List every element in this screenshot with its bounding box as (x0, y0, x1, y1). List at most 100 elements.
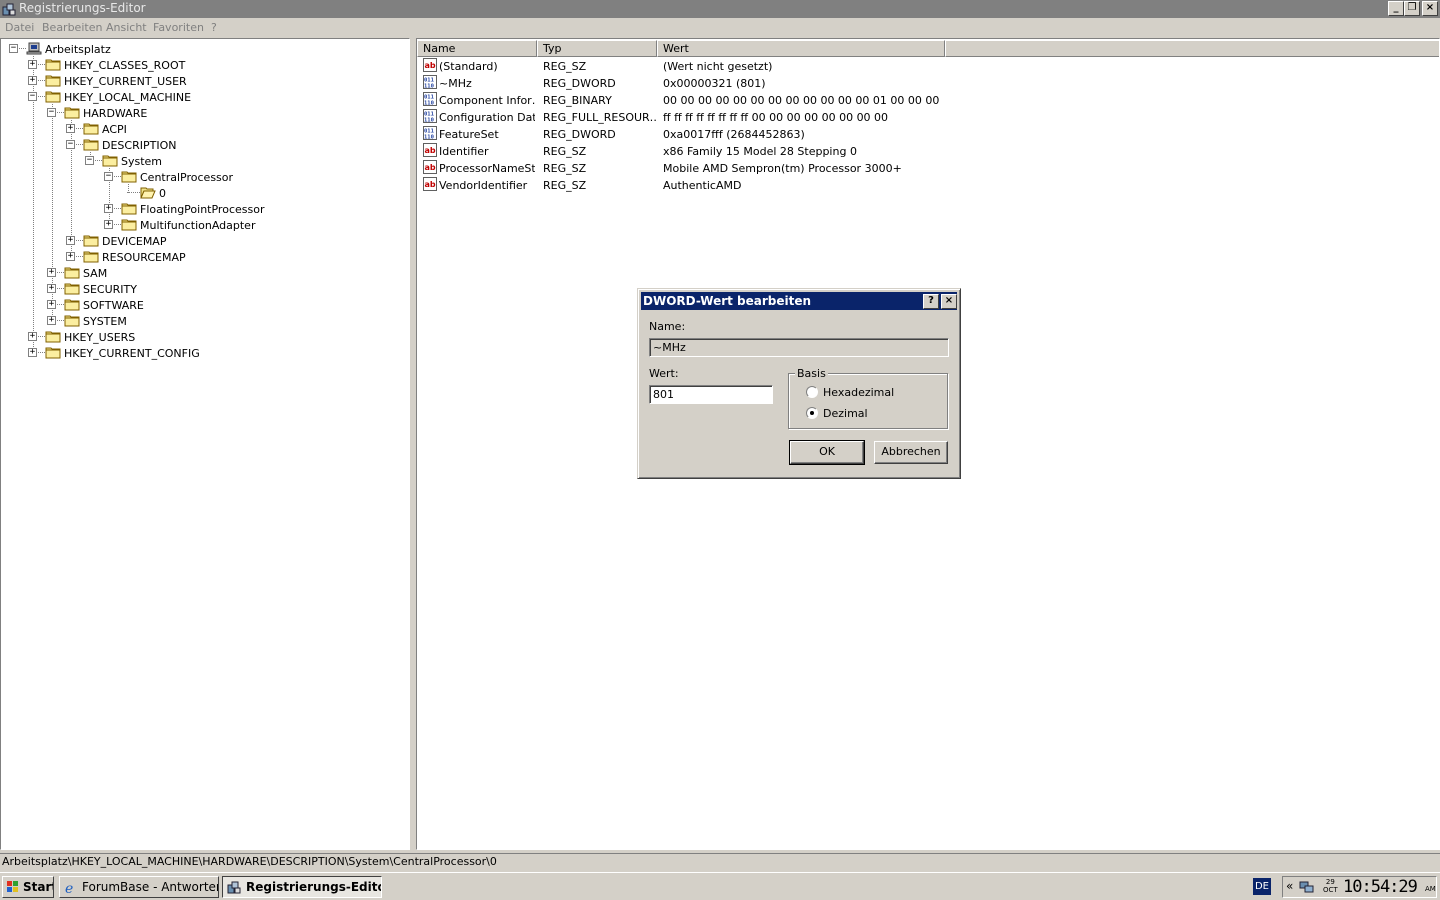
expand-icon[interactable]: + (104, 220, 113, 229)
column-header-value[interactable]: Wert (657, 40, 945, 57)
tree-node[interactable]: − Arbeitsplatz (1, 41, 401, 57)
network-icon[interactable] (1299, 879, 1315, 895)
close-button[interactable]: × (1422, 1, 1438, 16)
tree-node[interactable]: + MultifunctionAdapter (1, 217, 401, 233)
tree-node[interactable]: + ACPI (1, 121, 401, 137)
dec-radio-label[interactable]: Dezimal (823, 407, 868, 420)
table-row[interactable]: ab (Standard) REG_SZ (Wert nicht gesetzt) (419, 58, 1419, 75)
tree-node[interactable]: − System (1, 153, 401, 169)
tray-clock[interactable]: 10:54:29 (1343, 877, 1418, 897)
tree-node[interactable]: + HKEY_CLASSES_ROOT (1, 57, 401, 73)
tree-node[interactable]: + RESOURCEMAP (1, 249, 401, 265)
tree-guide-line (19, 48, 26, 49)
table-row[interactable]: ab VendorIdentifier REG_SZ AuthenticAMD (419, 177, 1419, 194)
tree-node[interactable]: − CentralProcessor (1, 169, 401, 185)
folder-icon (64, 299, 80, 311)
ok-button[interactable]: OK (789, 440, 865, 465)
folder-icon (64, 283, 80, 295)
tree-node[interactable]: + SYSTEM (1, 313, 401, 329)
cancel-button[interactable]: Abbrechen (874, 441, 948, 464)
folder-icon (64, 267, 80, 279)
collapse-icon[interactable]: − (104, 172, 113, 181)
menu-ansicht[interactable]: Ansicht (106, 21, 147, 34)
task-regedit[interactable]: Registrierungs-Editor (222, 876, 382, 898)
svg-text:ab: ab (425, 163, 436, 172)
table-row[interactable]: 011 110 Configuration Data REG_FULL_RESOUR…… (419, 109, 1419, 126)
binary-value-icon: 011110 (423, 126, 437, 141)
regedit-icon (2, 3, 16, 16)
column-header-name[interactable]: Name (417, 40, 537, 57)
tree-node[interactable]: + HKEY_USERS (1, 329, 401, 345)
svg-text:110: 110 (424, 84, 434, 90)
table-row[interactable]: abProcessorNameSt… REG_SZ Mobile AMD Sempr… (419, 160, 1419, 177)
tree-node[interactable]: − DESCRIPTION (1, 137, 401, 153)
svg-text:ab: ab (425, 180, 436, 189)
window-title-bar[interactable]: Registrierungs-Editor _ ❐ × (0, 0, 1440, 18)
tree-node[interactable]: + SAM (1, 265, 401, 281)
tree-guide-line (114, 176, 121, 177)
table-row[interactable]: ab Identifier REG_SZ x86 Family 15 Model 28… (419, 143, 1419, 160)
start-button[interactable]: Start (2, 876, 54, 898)
dialog-close-button[interactable]: × (941, 294, 957, 309)
tray-expand-chevron[interactable]: « (1286, 879, 1293, 893)
dialog-help-button[interactable]: ? (923, 294, 939, 309)
expand-icon[interactable]: + (66, 252, 75, 261)
tree-node-label: HKEY_LOCAL_MACHINE (64, 91, 192, 104)
cell-type: REG_BINARY (543, 94, 612, 107)
tree-node[interactable]: + HKEY_CURRENT_CONFIG (1, 345, 401, 361)
cell-value: ff ff ff ff ff ff ff ff 00 00 00 00 00 0… (663, 111, 889, 124)
language-indicator[interactable]: DE (1253, 878, 1271, 895)
expand-icon[interactable]: + (28, 60, 37, 69)
tree-guide-line (57, 304, 64, 305)
collapse-icon[interactable]: − (66, 140, 75, 149)
expand-icon[interactable]: + (104, 204, 113, 213)
tree-node[interactable]: − HARDWARE (1, 105, 401, 121)
collapse-icon[interactable]: − (47, 108, 56, 117)
expand-icon[interactable]: + (47, 268, 56, 277)
expand-icon[interactable]: + (66, 124, 75, 133)
tree-node[interactable]: − HKEY_LOCAL_MACHINE (1, 89, 401, 105)
collapse-icon[interactable]: − (28, 92, 37, 101)
binary-value-icon: 011110 (423, 75, 437, 90)
column-header-type[interactable]: Typ (537, 40, 657, 57)
open-folder-icon (140, 187, 156, 199)
expand-icon[interactable]: + (47, 316, 56, 325)
expand-icon[interactable]: + (28, 348, 37, 357)
expand-icon[interactable]: + (47, 300, 56, 309)
dialog-title-bar[interactable]: DWORD-Wert bearbeiten ? × (641, 292, 957, 310)
menu-help[interactable]: ? (211, 21, 217, 34)
cell-value: AuthenticAMD (663, 179, 742, 192)
task-forumbase[interactable]: e ForumBase - Antworten ... (59, 876, 219, 898)
expand-icon[interactable]: + (28, 332, 37, 341)
hex-radio[interactable] (806, 386, 818, 398)
table-row[interactable]: 011 110 ~MHz REG_DWORD 0x00000321 (801) (419, 75, 1419, 92)
value-input[interactable]: 801 (649, 385, 773, 404)
table-row[interactable]: 011 110 FeatureSet REG_DWORD 0xa0017fff (268… (419, 126, 1419, 143)
tree-node[interactable]: 0 (1, 185, 401, 201)
tree-guide-line (38, 80, 45, 81)
folder-icon (121, 203, 137, 215)
expand-icon[interactable]: + (47, 284, 56, 293)
cell-value: 0xa0017fff (2684452863) (663, 128, 805, 141)
cell-type: REG_DWORD (543, 128, 616, 141)
expand-icon[interactable]: + (28, 76, 37, 85)
restore-button[interactable]: ❐ (1404, 1, 1420, 16)
minimize-button[interactable]: _ (1388, 1, 1404, 16)
tree-node[interactable]: + HKEY_CURRENT_USER (1, 73, 401, 89)
tree-node-label: RESOURCEMAP (102, 251, 186, 264)
registry-tree[interactable]: − Arbeitsplatz + HKEY_CLASSES_ROOT + HKEY_CUR… (0, 38, 410, 850)
dec-radio[interactable] (806, 407, 818, 419)
collapse-icon[interactable]: − (9, 44, 18, 53)
menu-favoriten[interactable]: Favoriten (153, 21, 204, 34)
menu-datei[interactable]: Datei (5, 21, 34, 34)
name-label: Name: (649, 320, 686, 333)
table-row[interactable]: 011 110 Component Infor… REG_BINARY 00 00 00… (419, 92, 1419, 109)
tree-node[interactable]: + SOFTWARE (1, 297, 401, 313)
tree-node[interactable]: + DEVICEMAP (1, 233, 401, 249)
expand-icon[interactable]: + (66, 236, 75, 245)
tree-node[interactable]: + FloatingPointProcessor (1, 201, 401, 217)
tree-node[interactable]: + SECURITY (1, 281, 401, 297)
menu-bearbeiten[interactable]: Bearbeiten (42, 21, 102, 34)
hex-radio-label[interactable]: Hexadezimal (823, 386, 894, 399)
collapse-icon[interactable]: − (85, 156, 94, 165)
